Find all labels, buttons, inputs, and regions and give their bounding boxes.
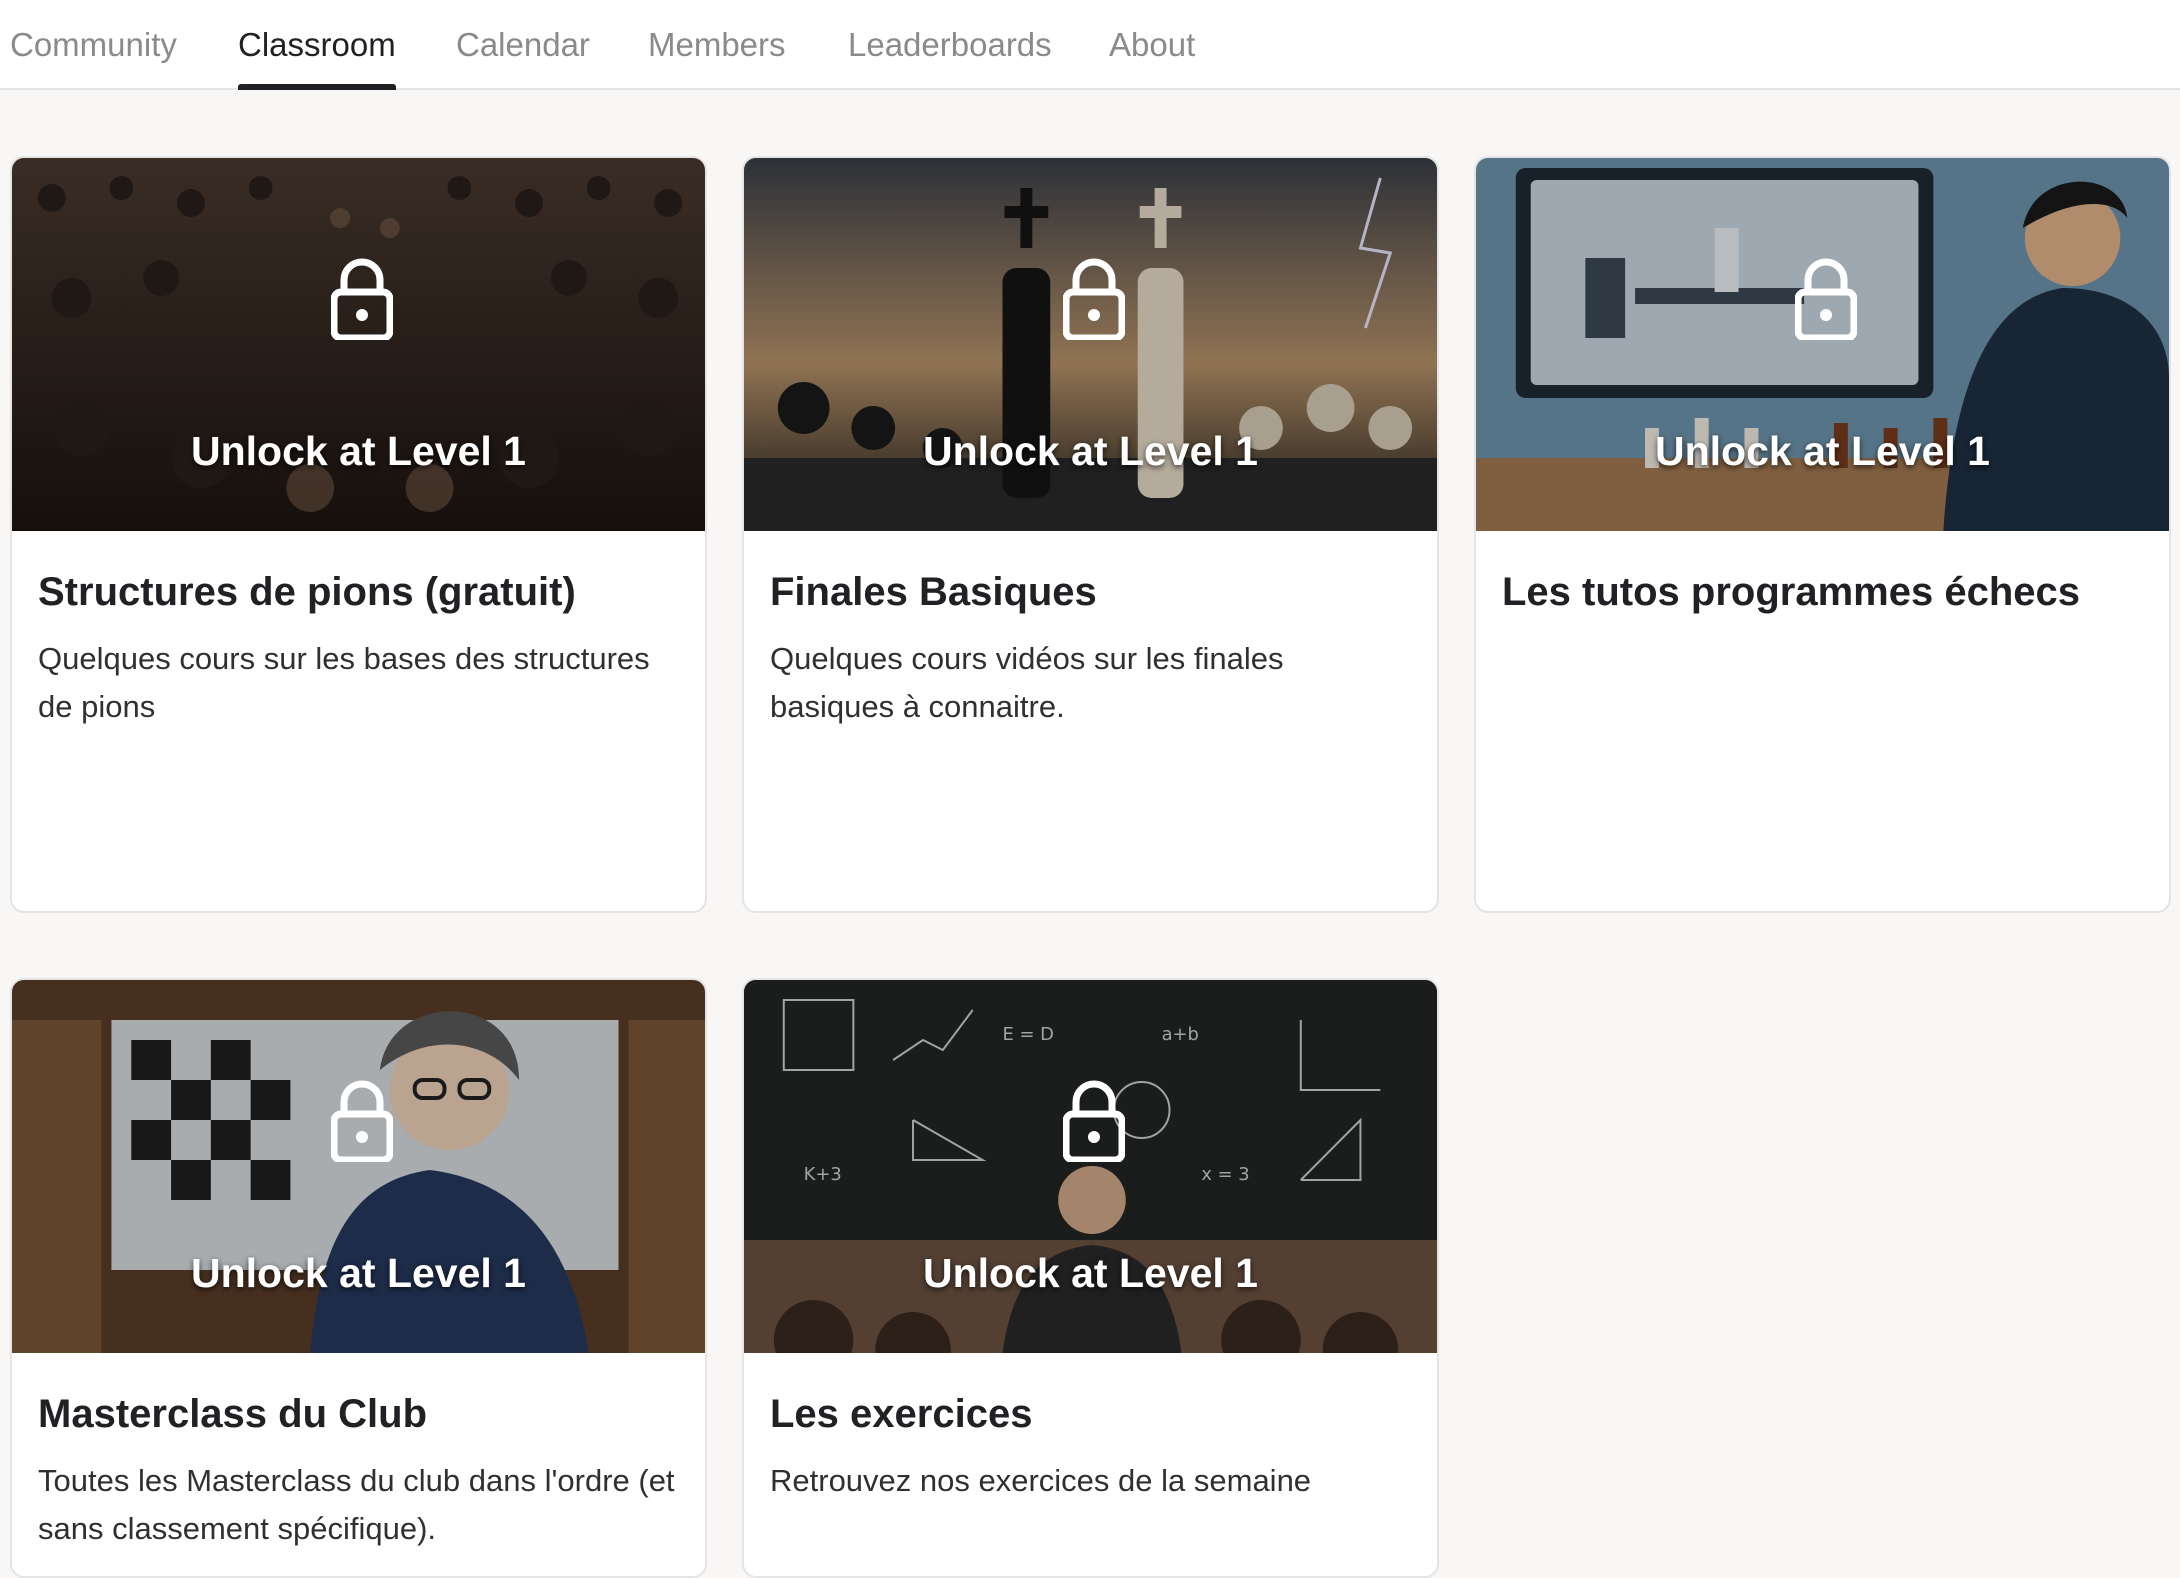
tab-members[interactable]: Members	[648, 0, 786, 90]
course-card-structures-de-pions[interactable]: Unlock at Level 1 Structures de pions (g…	[10, 156, 707, 913]
tab-community[interactable]: Community	[10, 0, 177, 90]
lock-overlay	[1476, 158, 2169, 531]
unlock-label: Unlock at Level 1	[923, 1250, 1258, 1296]
course-thumbnail: Unlock at Level 1	[744, 158, 1437, 531]
unlock-label: Unlock at Level 1	[923, 428, 1258, 474]
lock-icon	[331, 258, 393, 340]
course-thumbnail: Unlock at Level 1	[12, 158, 705, 531]
course-thumbnail: Unlock at Level 1	[1476, 158, 2169, 531]
course-description: Retrouvez nos exercices de la semaine	[770, 1463, 1312, 1498]
lock-overlay	[12, 980, 705, 1353]
lock-icon	[1063, 258, 1125, 340]
lock-overlay	[744, 158, 1437, 531]
course-description: Toutes les Masterclass du club dans l'or…	[38, 1463, 675, 1546]
tab-about[interactable]: About	[1109, 0, 1195, 90]
lock-icon	[1795, 258, 1857, 340]
course-card-masterclass[interactable]: Unlock at Level 1 Masterclass du Club To…	[10, 978, 707, 1578]
unlock-label: Unlock at Level 1	[191, 428, 526, 474]
course-description: Quelques cours vidéos sur les finales ba…	[770, 641, 1284, 724]
lock-icon	[1063, 1080, 1125, 1162]
course-card-exercices[interactable]: E = Da+b K+3 x = 3 Unlock at Level 1 Les e…	[742, 978, 1439, 1578]
course-thumbnail: E = Da+b K+3 x = 3 Unlock at Level 1	[744, 980, 1437, 1353]
course-card-tutos-programmes[interactable]: Unlock at Level 1 Les tutos programmes é…	[1474, 156, 2171, 913]
course-title: Structures de pions (gratuit)	[38, 570, 576, 614]
course-description: Quelques cours sur les bases des structu…	[38, 641, 650, 724]
course-title: Masterclass du Club	[38, 1392, 428, 1436]
course-title: Les exercices	[770, 1392, 1033, 1436]
tab-calendar[interactable]: Calendar	[456, 0, 590, 90]
lock-overlay	[12, 158, 705, 531]
course-title: Les tutos programmes échecs	[1502, 570, 2080, 614]
tab-leaderboards[interactable]: Leaderboards	[848, 0, 1052, 90]
tab-classroom[interactable]: Classroom	[238, 0, 396, 90]
unlock-label: Unlock at Level 1	[1655, 428, 1990, 474]
lock-overlay	[744, 980, 1437, 1353]
lock-icon	[331, 1080, 393, 1162]
unlock-label: Unlock at Level 1	[191, 1250, 526, 1296]
course-thumbnail: Unlock at Level 1	[12, 980, 705, 1353]
top-navigation: Community Classroom Calendar Members Lea…	[0, 0, 2180, 90]
course-title: Finales Basiques	[770, 570, 1097, 614]
course-card-finales-basiques[interactable]: Unlock at Level 1 Finales Basiques Quelq…	[742, 156, 1439, 913]
